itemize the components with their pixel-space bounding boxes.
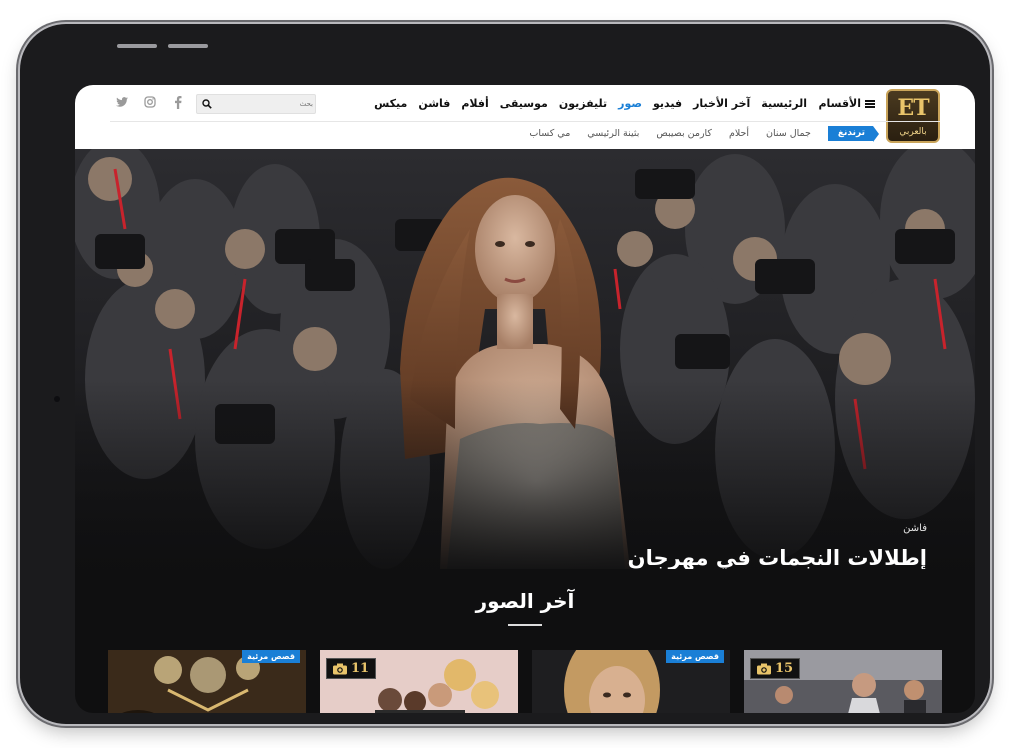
logo-subtitle: بالعربي xyxy=(899,127,927,137)
nav-item-photos[interactable]: صور xyxy=(618,97,642,110)
trending-tag[interactable]: مي كساب xyxy=(529,128,570,139)
photo-card[interactable]: 11 xyxy=(320,650,518,713)
trending-tag[interactable]: بثينة الرئيسي xyxy=(587,128,639,139)
photo-card[interactable]: قصص مرئية xyxy=(532,650,730,713)
sections-menu-button[interactable]: الأقسام xyxy=(818,97,875,110)
hero-banner[interactable]: فاشن إطلالات النجمات في مهرجان فينيسيا (… xyxy=(75,149,975,569)
camera-icon xyxy=(54,396,60,402)
photo-count: 11 xyxy=(351,661,370,676)
nav-item-tv[interactable]: تليفزيون xyxy=(559,97,607,110)
browser-viewport: ET بالعربي الأقسام الرئيسية آخر الأخبار … xyxy=(75,85,975,713)
trending-tag[interactable]: كارمن بصيبص xyxy=(656,128,712,139)
search-icon[interactable] xyxy=(202,99,212,109)
nav-item-latest-news[interactable]: آخر الأخبار xyxy=(693,97,750,110)
nav-item-movies[interactable]: أفلام xyxy=(461,97,488,110)
trending-bar: ترندنغ جمال سنان أحلام كارمن بصيبص بثينة… xyxy=(529,126,880,142)
hero-gradient xyxy=(75,149,975,569)
nav-item-mix[interactable]: ميكس xyxy=(374,97,407,110)
section-underline xyxy=(508,624,542,626)
photo-count: 15 xyxy=(775,661,794,676)
hero-title[interactable]: إطلالات النجمات في مهرجان فينيسيا (2) xyxy=(567,543,927,569)
trending-tag[interactable]: جمال سنان xyxy=(766,128,811,139)
photo-count-badge: 11 xyxy=(326,658,377,679)
photo-cards: قصص مرئية 11 قصص مرئية 15 xyxy=(108,650,943,713)
site-logo[interactable]: ET بالعربي xyxy=(886,89,940,143)
card-badge: قصص مرئية xyxy=(242,650,300,663)
section-title: آخر الصور xyxy=(475,589,575,613)
trending-tag[interactable]: أحلام xyxy=(729,128,749,139)
search-input[interactable] xyxy=(215,95,313,113)
instagram-icon[interactable] xyxy=(143,95,157,109)
facebook-icon[interactable] xyxy=(171,95,185,109)
nav-item-video[interactable]: فيديو xyxy=(653,97,682,110)
volume-button xyxy=(117,44,157,48)
tablet-frame: ET بالعربي الأقسام الرئيسية آخر الأخبار … xyxy=(20,24,990,724)
header-divider xyxy=(110,121,940,122)
card-badge: قصص مرئية xyxy=(666,650,724,663)
logo-brand: ET xyxy=(897,95,929,121)
hamburger-icon xyxy=(865,99,875,108)
hero-category[interactable]: فاشن xyxy=(903,523,927,534)
camera-icon xyxy=(757,663,771,675)
search-box xyxy=(196,94,316,114)
trending-label: ترندنغ xyxy=(827,126,880,142)
social-links xyxy=(115,95,185,109)
photo-card[interactable]: قصص مرئية xyxy=(108,650,306,713)
camera-icon xyxy=(333,663,347,675)
nav-item-fashion[interactable]: فاشن xyxy=(418,97,450,110)
sections-label: الأقسام xyxy=(818,97,861,110)
volume-button xyxy=(168,44,208,48)
photo-count-badge: 15 xyxy=(750,658,801,679)
nav-item-home[interactable]: الرئيسية xyxy=(761,97,807,110)
site-header: ET بالعربي الأقسام الرئيسية آخر الأخبار … xyxy=(75,85,975,149)
photo-card[interactable]: 15 xyxy=(744,650,942,713)
main-nav: الرئيسية آخر الأخبار فيديو صور تليفزيون … xyxy=(374,97,807,110)
twitter-icon[interactable] xyxy=(115,95,129,109)
nav-item-music[interactable]: موسيقى xyxy=(500,97,548,110)
